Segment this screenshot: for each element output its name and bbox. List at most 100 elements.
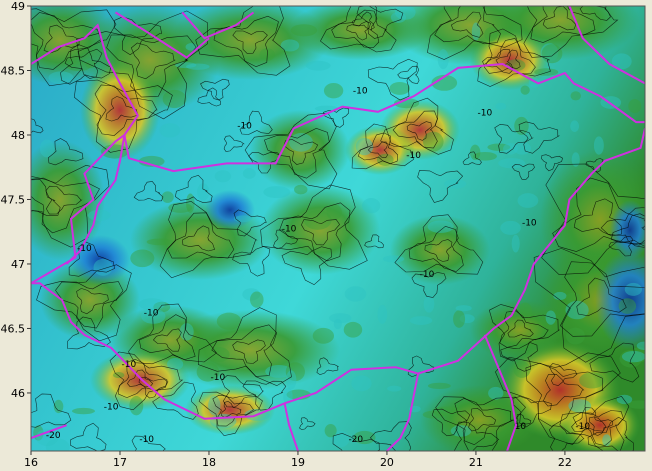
terrain-speckle xyxy=(186,63,210,70)
x-tick-label: 20 xyxy=(380,456,394,469)
y-tick-label: 47.5 xyxy=(1,193,26,206)
x-tick-label: 19 xyxy=(291,456,305,469)
y-tick-label: 47 xyxy=(11,258,25,271)
terrain-speckle xyxy=(250,291,264,308)
terrain-speckle xyxy=(263,186,291,199)
terrain-speckle xyxy=(621,350,645,363)
contour-label: -10 xyxy=(575,422,590,432)
terrain-speckle xyxy=(88,209,111,221)
terrain-speckle xyxy=(484,27,498,42)
terrain-speckle xyxy=(31,42,48,61)
terrain-speckle xyxy=(323,82,344,99)
terrain-speckle xyxy=(570,120,580,133)
terrain-speckle xyxy=(409,316,433,325)
contour-label: -10 xyxy=(211,373,226,383)
terrain-speckle xyxy=(495,102,507,110)
contour-label: -10 xyxy=(144,309,159,319)
terrain-speckle xyxy=(197,183,210,201)
terrain-speckle xyxy=(565,300,589,320)
y-tick-label: 48 xyxy=(11,129,25,142)
terrain-speckle xyxy=(517,193,539,208)
terrain-speckle xyxy=(286,370,297,390)
terrain-speckle xyxy=(355,137,374,156)
terrain-speckle xyxy=(455,305,472,312)
terrain-speckle xyxy=(498,158,526,169)
contour-label: -10 xyxy=(139,435,154,445)
contour-label: -10 xyxy=(353,87,368,97)
terrain-speckle xyxy=(294,184,308,195)
contour-label: -20 xyxy=(348,435,363,445)
terrain-speckle xyxy=(427,220,454,233)
terrain-speckle xyxy=(377,304,388,324)
y-tick-label: 48.5 xyxy=(1,64,26,77)
x-tick-label: 17 xyxy=(113,456,127,469)
terrain-speckle xyxy=(618,298,637,314)
terrain-speckle xyxy=(500,220,521,235)
terrain-speckle xyxy=(216,312,242,330)
terrain-speckle xyxy=(161,191,174,203)
terrain-speckle xyxy=(624,282,642,296)
terrain-speckle xyxy=(162,89,187,109)
terrain-speckle xyxy=(390,12,406,23)
contour-label: -10 xyxy=(406,151,421,161)
terrain-speckle xyxy=(305,60,331,71)
terrain-speckle xyxy=(362,198,381,214)
terrain-speckle xyxy=(593,136,604,155)
terrain-speckle xyxy=(146,238,174,246)
contour-label: -10 xyxy=(282,225,297,235)
y-tick-label: 49 xyxy=(11,0,25,13)
terrain-speckle xyxy=(93,258,113,276)
terrain-speckle xyxy=(343,321,363,338)
terrain-speckle xyxy=(66,61,91,72)
x-tick-label: 16 xyxy=(24,456,38,469)
contour-label: 10 xyxy=(515,422,527,432)
terrain-speckle xyxy=(553,291,567,301)
terrain-speckle xyxy=(423,295,435,313)
terrain-speckle xyxy=(471,22,481,41)
terrain-patch xyxy=(420,385,540,451)
terrain-speckle xyxy=(382,255,405,263)
contour-label: -10 xyxy=(77,244,92,254)
terrain-speckle xyxy=(159,123,181,138)
terrain-speckle xyxy=(214,170,232,183)
terrain-speckle xyxy=(520,85,530,95)
terrain-speckle xyxy=(387,385,402,392)
terrain-speckle xyxy=(628,99,642,114)
contour-label: -20 xyxy=(46,431,61,441)
terrain-speckle xyxy=(280,39,300,52)
terrain-speckle xyxy=(511,234,520,253)
terrain-speckle xyxy=(129,395,144,416)
contour-label: -10 xyxy=(104,403,119,413)
terrain-speckle xyxy=(208,395,221,416)
terrain-speckle xyxy=(579,372,605,389)
terrain-speckle xyxy=(568,399,592,413)
terrain-speckle xyxy=(333,318,342,330)
contour-label: -10 xyxy=(122,360,137,370)
y-axis: 46 46.5 47 47.5 48 48.5 49 xyxy=(1,0,31,400)
x-tick-label: 22 xyxy=(558,456,572,469)
terrain-speckle xyxy=(290,24,318,37)
terrain-speckle xyxy=(344,286,367,302)
terrain-speckle xyxy=(130,249,155,268)
terrain-speckle xyxy=(312,327,335,344)
terrain-speckle xyxy=(453,310,466,328)
contour-label: -10 xyxy=(420,270,435,280)
contour-label: -10 xyxy=(477,109,492,119)
terrain-speckle xyxy=(427,382,451,390)
x-tick-label: 18 xyxy=(202,456,216,469)
terrain-speckle xyxy=(506,59,526,72)
terrain-speckle xyxy=(636,341,645,350)
terrain-speckle xyxy=(112,372,125,379)
y-tick-label: 46 xyxy=(11,387,25,400)
low-terrain-patch xyxy=(610,200,645,260)
terrain-speckle xyxy=(209,413,237,429)
terrain-speckle xyxy=(167,358,184,371)
terrain-speckle xyxy=(209,347,230,362)
x-axis: 16 17 18 19 20 21 22 xyxy=(24,451,572,469)
terrain-speckle xyxy=(616,394,633,405)
terrain-speckle xyxy=(389,82,411,95)
terrain-speckle xyxy=(233,215,252,223)
contour-label: -10 xyxy=(237,122,252,132)
terrain-speckle xyxy=(545,310,556,325)
contour-map-figure: -10 -10 -10 -10 -10 -10 -20 -10 -20 -10 -10 -10 -10 -… xyxy=(1,0,646,469)
